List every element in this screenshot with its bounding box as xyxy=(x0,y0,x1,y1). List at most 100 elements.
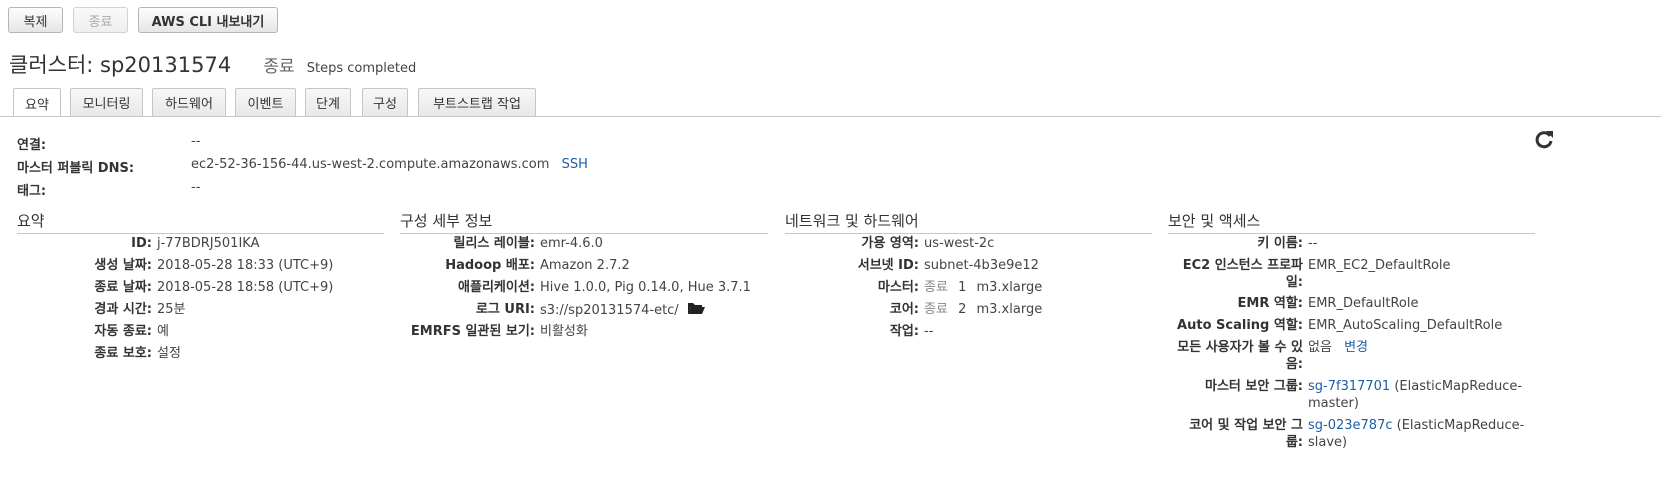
core-node-state: 종료 xyxy=(924,302,948,317)
master-node-label: 마스터: xyxy=(877,280,919,295)
master-node-state: 종료 xyxy=(924,280,948,295)
master-sg-desc-2: master) xyxy=(1308,396,1359,411)
summary-value: j-77BDRJ501IKA xyxy=(157,235,259,252)
security-section: 보안 및 액세스 xyxy=(1168,210,1535,234)
summary-value: 25분 xyxy=(157,301,186,318)
config-value: Amazon 2.7.2 xyxy=(540,257,630,274)
config-label: EMRFS 일관된 보기: xyxy=(410,324,535,339)
config-value-text: emr-4.6.0 xyxy=(540,236,603,251)
core-node-value: 종료 2 m3.xlarge xyxy=(924,301,1042,318)
summary-value: 설정 xyxy=(157,345,181,362)
subnet-link[interactable]: subnet-4b3e9e12 xyxy=(924,257,1039,274)
config-section: 구성 세부 정보 xyxy=(400,210,768,234)
tab-monitoring[interactable]: 모니터링 xyxy=(70,88,143,116)
visible-to-all-value: 없음 변경 xyxy=(1308,339,1368,356)
summary-value-text: 2018-05-28 18:58 (UTC+9) xyxy=(157,280,334,295)
tab-events[interactable]: 이벤트 xyxy=(235,88,296,116)
master-dns-text: ec2-52-36-156-44.us-west-2.compute.amazo… xyxy=(191,157,550,172)
master-sg-link[interactable]: sg-7f317701 xyxy=(1308,379,1390,394)
core-sg-label-line1: 코어 및 작업 보안 그 xyxy=(1189,418,1303,433)
master-node-value: 종료 1 m3.xlarge xyxy=(924,279,1042,296)
tab-bootstrap-actions[interactable]: 부트스트랩 작업 xyxy=(418,88,536,116)
master-node-type: m3.xlarge xyxy=(976,280,1043,295)
tab-divider xyxy=(0,116,1661,117)
config-label: 애플리케이션: xyxy=(458,280,535,295)
summary-value-text: 2018-05-28 18:33 (UTC+9) xyxy=(157,258,334,273)
summary-section: 요약 xyxy=(17,210,384,234)
connect-value: -- xyxy=(191,134,201,149)
network-heading: 네트워크 및 하드웨어 xyxy=(785,210,1152,234)
cluster-state: 종료 xyxy=(263,57,295,77)
key-name-value: -- xyxy=(1308,236,1318,251)
summary-value: 2018-05-28 18:33 (UTC+9) xyxy=(157,257,333,274)
master-sg-value: sg-7f317701 (ElasticMapReduce- master) xyxy=(1308,378,1522,412)
config-value-text: s3://sp20131574-etc/ xyxy=(540,303,679,318)
export-cli-button[interactable]: AWS CLI 내보내기 xyxy=(138,7,278,33)
security-heading: 보안 및 액세스 xyxy=(1168,210,1535,234)
page-title: 클러스터: sp20131574 xyxy=(9,53,232,77)
tab-configurations[interactable]: 구성 xyxy=(362,88,408,116)
master-sg-desc-1: (ElasticMapReduce- xyxy=(1394,379,1523,394)
tab-hardware[interactable]: 하드웨어 xyxy=(152,88,226,116)
config-label: 릴리스 레이블: xyxy=(453,236,536,251)
master-dns-label: 마스터 퍼블릭 DNS: xyxy=(17,161,135,176)
master-node-count: 1 xyxy=(958,280,967,295)
summary-label: ID: xyxy=(131,236,152,251)
task-node-value: -- xyxy=(924,324,934,339)
instance-profile-value: EMR_EC2_DefaultRole xyxy=(1308,258,1451,273)
summary-value-text: 설정 xyxy=(157,346,181,361)
core-node-type: m3.xlarge xyxy=(976,302,1043,317)
summary-label: 종료 보호: xyxy=(94,346,152,361)
tags-label: 태그: xyxy=(17,184,47,199)
subnet-label: 서브넷 ID: xyxy=(857,258,919,273)
ssh-link[interactable]: SSH xyxy=(562,157,588,172)
instance-profile-label: EC2 인스턴스 프로파 일: xyxy=(1168,257,1303,291)
core-sg-label-line2: 룹: xyxy=(1285,435,1303,450)
network-section: 네트워크 및 하드웨어 xyxy=(785,210,1152,234)
visible-to-all-label: 모든 사용자가 볼 수 있 음: xyxy=(1168,339,1303,373)
clone-button[interactable]: 복제 xyxy=(8,7,63,33)
core-sg-label: 코어 및 작업 보안 그 룹: xyxy=(1168,417,1303,451)
config-label: Hadoop 배포: xyxy=(445,258,535,273)
tags-value: -- xyxy=(191,180,201,195)
autoscaling-role-value: EMR_AutoScaling_DefaultRole xyxy=(1308,318,1503,333)
tab-summary[interactable]: 요약 xyxy=(13,88,61,117)
master-sg-label: 마스터 보안 그룹: xyxy=(1205,379,1303,394)
config-value: emr-4.6.0 xyxy=(540,235,603,252)
instance-profile-label-line2: 일: xyxy=(1285,275,1303,290)
summary-value: 2018-05-28 18:58 (UTC+9) xyxy=(157,279,333,296)
summary-heading: 요약 xyxy=(17,210,384,234)
refresh-icon[interactable] xyxy=(1533,128,1555,150)
master-dns-value: ec2-52-36-156-44.us-west-2.compute.amazo… xyxy=(191,157,588,172)
visible-to-all-label-line1: 모든 사용자가 볼 수 있 xyxy=(1177,340,1303,355)
az-label: 가용 영역: xyxy=(861,236,919,251)
config-label: 로그 URI: xyxy=(475,302,535,317)
config-value-text: Hive 1.0.0, Pig 0.14.0, Hue 3.7.1 xyxy=(540,280,751,295)
az-value: us-west-2c xyxy=(924,236,995,251)
task-node-label: 작업: xyxy=(889,324,919,339)
config-value-text: Amazon 2.7.2 xyxy=(540,258,630,273)
terminate-button[interactable]: 종료 xyxy=(73,7,128,33)
visible-to-all-state: 없음 xyxy=(1308,340,1332,355)
summary-label: 종료 날짜: xyxy=(94,280,152,295)
core-sg-value: sg-023e787c (ElasticMapReduce- slave) xyxy=(1308,417,1524,451)
cluster-state-detail: Steps completed xyxy=(306,61,417,76)
summary-value-text: 예 xyxy=(157,324,169,339)
core-sg-desc-1: (ElasticMapReduce- xyxy=(1396,418,1525,433)
folder-open-icon[interactable] xyxy=(687,301,705,320)
core-node-count: 2 xyxy=(958,302,967,317)
visible-to-all-change-link[interactable]: 변경 xyxy=(1344,340,1368,355)
core-sg-desc-2: slave) xyxy=(1308,435,1348,450)
emr-role-value: EMR_DefaultRole xyxy=(1308,296,1419,311)
connect-label: 연결: xyxy=(17,138,47,153)
summary-value-text: 25분 xyxy=(157,302,186,317)
config-heading: 구성 세부 정보 xyxy=(400,210,768,234)
instance-profile-label-line1: EC2 인스턴스 프로파 xyxy=(1182,258,1303,273)
summary-label: 경과 시간: xyxy=(94,302,152,317)
summary-label: 생성 날짜: xyxy=(94,258,152,273)
core-sg-link[interactable]: sg-023e787c xyxy=(1308,418,1393,433)
summary-label: 자동 종료: xyxy=(94,324,152,339)
cluster-header: 클러스터: sp20131574 종료 Steps completed xyxy=(9,49,416,79)
tab-steps[interactable]: 단계 xyxy=(305,88,351,116)
config-value: Hive 1.0.0, Pig 0.14.0, Hue 3.7.1 xyxy=(540,279,751,296)
